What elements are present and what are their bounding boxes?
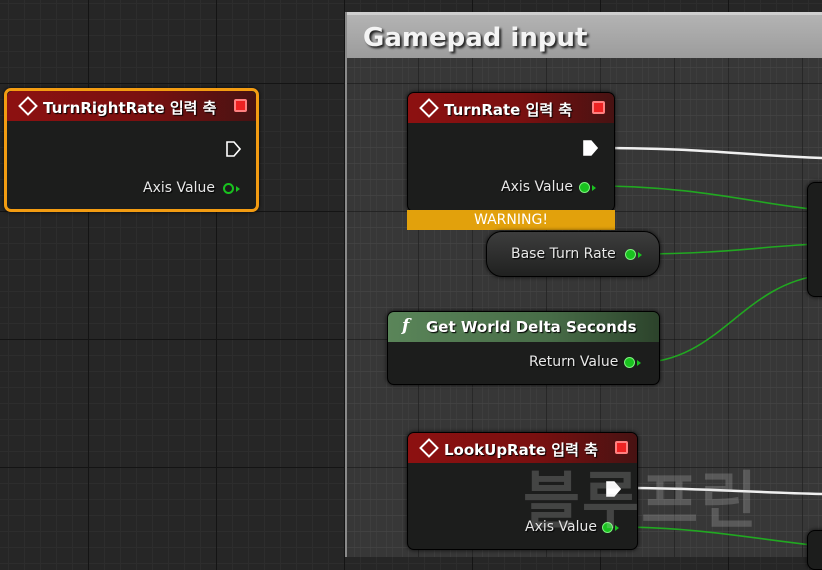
event-title: TurnRightRate 입력 축 — [43, 99, 217, 117]
axis-wire-turnrate[interactable] — [595, 185, 822, 211]
axis-value-pin[interactable] — [223, 183, 234, 194]
axis-value-label: Axis Value — [501, 179, 573, 195]
event-icon — [419, 98, 439, 118]
event-icon — [18, 96, 38, 116]
multiply-node-partial[interactable] — [807, 182, 822, 297]
lookup-target-node-partial[interactable] — [807, 530, 822, 570]
function-title: Get World Delta Seconds — [426, 318, 637, 336]
turn-rate-node[interactable]: TurnRate 입력 축 Axis Value — [407, 92, 615, 212]
return-value-label: Return Value — [529, 354, 619, 370]
axis-value-pin[interactable] — [579, 182, 590, 193]
event-header: TurnRate 입력 축 — [408, 93, 614, 123]
axis-value-label: Axis Value — [143, 180, 215, 196]
pin-arrow-icon — [637, 360, 641, 366]
base-turn-rate-wire[interactable] — [635, 243, 822, 255]
event-icon — [419, 438, 439, 458]
return-value-wire[interactable] — [635, 274, 822, 364]
variable-output-pin[interactable] — [625, 249, 636, 260]
variable-label: Base Turn Rate — [511, 246, 616, 262]
delegate-icon[interactable] — [234, 99, 247, 112]
pin-arrow-icon — [236, 186, 240, 192]
pin-arrow-icon — [638, 252, 642, 258]
event-header: TurnRightRate 입력 축 — [7, 91, 256, 121]
exec-output-pin[interactable] — [583, 140, 598, 156]
get-world-delta-seconds-node[interactable]: f Get World Delta Seconds Return Value — [387, 311, 660, 385]
watermark: 블루프린 — [523, 464, 760, 537]
base-turn-rate-node[interactable]: Base Turn Rate — [486, 231, 660, 277]
event-title: TurnRate 입력 축 — [444, 101, 573, 119]
exec-output-pin[interactable] — [226, 141, 241, 157]
warning-bar: WARNING! — [407, 210, 615, 230]
function-header: f Get World Delta Seconds — [388, 312, 659, 342]
delegate-icon[interactable] — [592, 101, 605, 114]
exec-wire-turnrate[interactable] — [599, 146, 822, 160]
return-value-pin[interactable] — [624, 357, 635, 368]
turn-right-rate-node[interactable]: TurnRightRate 입력 축 Axis Value — [4, 88, 259, 212]
function-icon: f — [402, 316, 410, 336]
pin-arrow-icon — [592, 185, 596, 191]
